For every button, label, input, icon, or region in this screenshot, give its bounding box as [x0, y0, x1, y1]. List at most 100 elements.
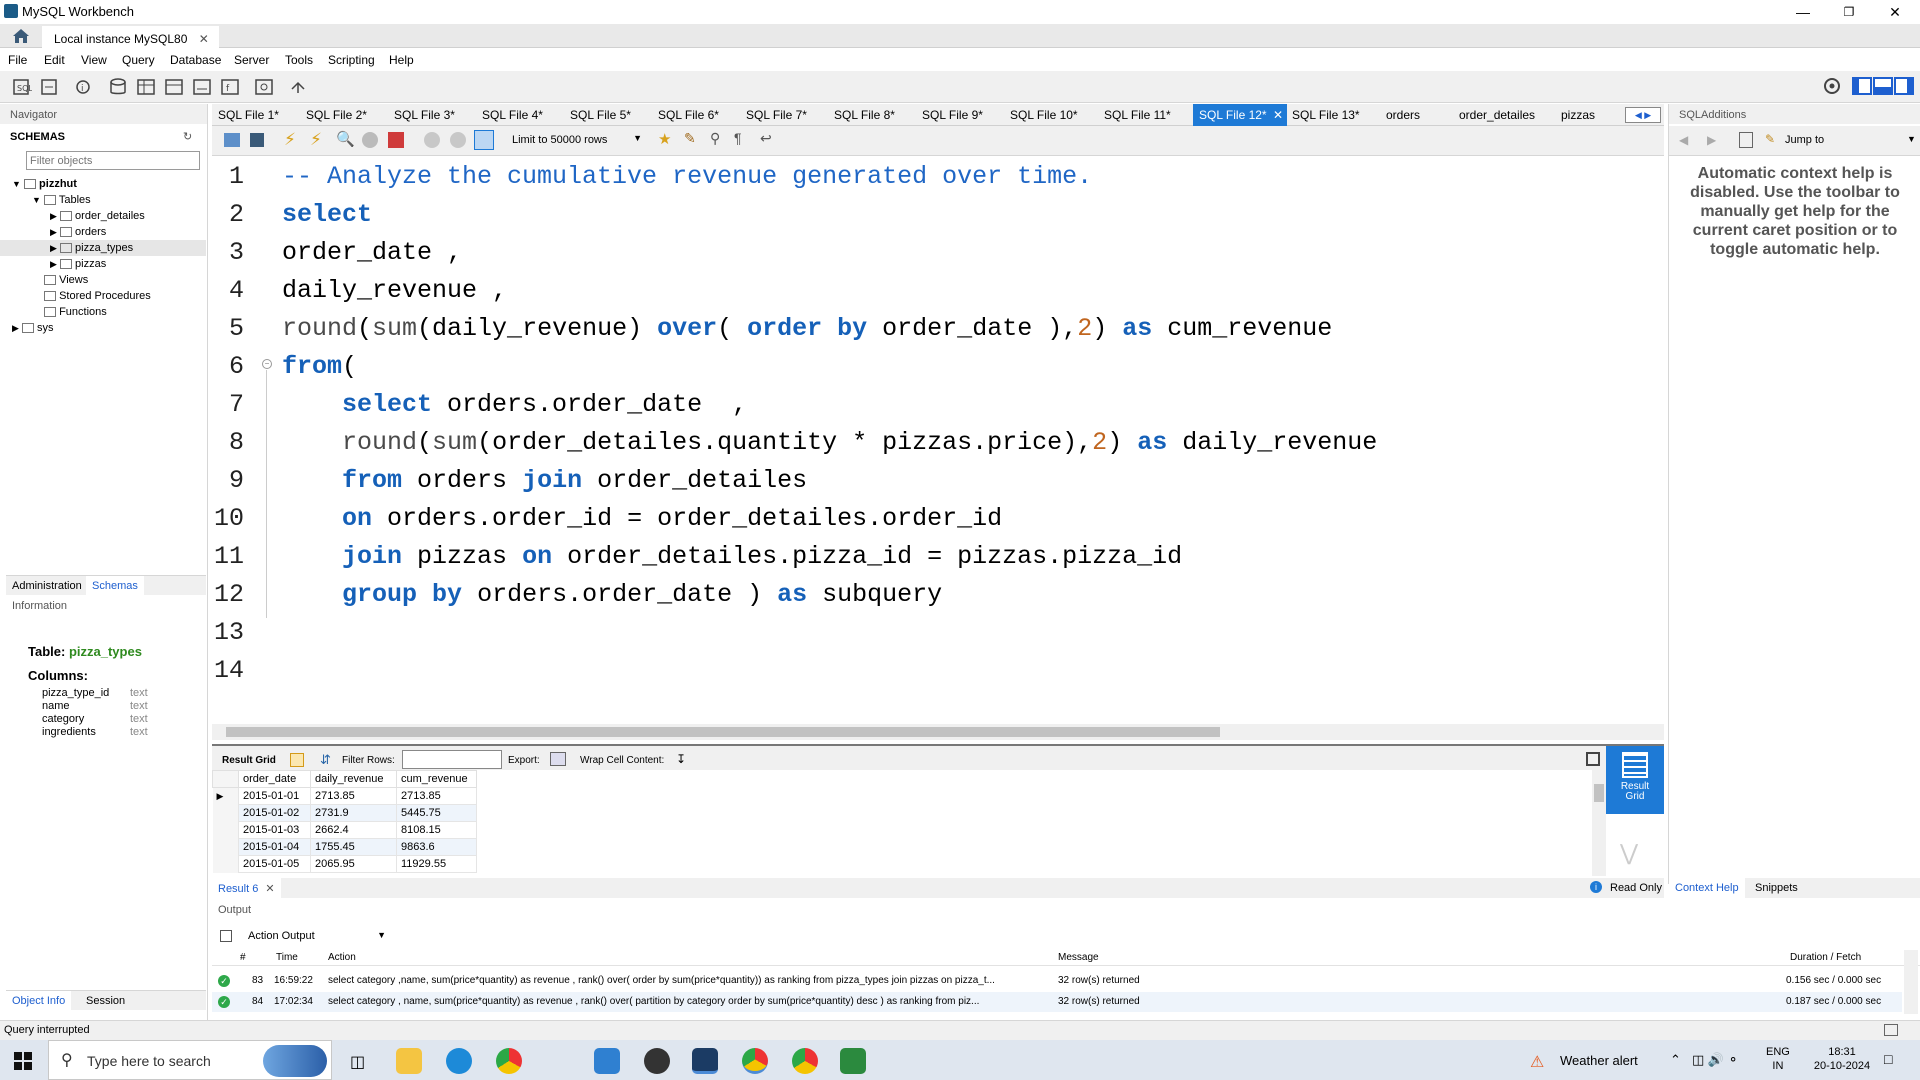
tab-sql-file-9[interactable]: SQL File 9* [922, 108, 983, 122]
explain-icon[interactable]: 🔍 [336, 130, 355, 148]
procedures-node[interactable]: Stored Procedures [44, 288, 151, 304]
tab-sql-file-10[interactable]: SQL File 10* [1010, 108, 1078, 122]
menu-query[interactable]: Query [122, 53, 155, 67]
result-grid-label[interactable]: Result Grid [222, 755, 276, 766]
weather-label[interactable]: Weather alert [1560, 1053, 1638, 1068]
edge-icon[interactable] [446, 1048, 472, 1074]
schema-sys[interactable]: ▶ sys [12, 320, 54, 336]
table-cell[interactable]: 2065.95 [310, 855, 397, 873]
excel-icon[interactable] [840, 1048, 866, 1074]
word-wrap-icon[interactable]: ↩ [760, 130, 772, 147]
menu-edit[interactable]: Edit [44, 53, 65, 67]
notifications-icon[interactable]: □ [1884, 1051, 1892, 1067]
grid-view-icon[interactable] [290, 753, 304, 767]
find-icon[interactable]: ⚲ [710, 130, 720, 147]
tab-sql-file-1[interactable]: SQL File 1* [218, 108, 279, 122]
open-sql-icon[interactable] [40, 77, 60, 97]
create-table-icon[interactable] [136, 77, 156, 97]
file-explorer-icon[interactable] [396, 1048, 422, 1074]
back-arrow-icon[interactable]: ◀ [1679, 133, 1688, 147]
toggle-continue-on-error-icon[interactable] [388, 132, 404, 148]
clock[interactable]: 18:31 20-10-2024 [1810, 1045, 1874, 1073]
tab-pizzas[interactable]: pizzas [1561, 108, 1595, 122]
chrome-profile-2-icon[interactable] [792, 1048, 818, 1074]
tab-sql-file-11[interactable]: SQL File 11* [1104, 108, 1171, 122]
layout-toggle-icons[interactable] [1852, 77, 1914, 95]
table-cell[interactable]: 11929.55 [396, 855, 477, 873]
chrome-icon[interactable] [496, 1048, 522, 1074]
tab-administration[interactable]: Administration [12, 580, 82, 592]
functions-node[interactable]: Functions [44, 304, 107, 320]
table-pizza-types[interactable]: ▶ pizza_types [0, 240, 206, 256]
mysql-workbench-icon[interactable] [692, 1048, 718, 1074]
close-tab-icon[interactable]: ✕ [265, 883, 274, 895]
menu-scripting[interactable]: Scripting [328, 53, 375, 67]
output-row[interactable]: ✓ 84 17:02:34 select category , name, su… [212, 992, 1902, 1012]
manual-help-icon[interactable] [1739, 132, 1753, 148]
restore-button[interactable]: ❐ [1826, 0, 1872, 24]
preferences-gear-icon[interactable] [1822, 76, 1842, 96]
tab-sql-file-8[interactable]: SQL File 8* [834, 108, 895, 122]
export-icon[interactable] [550, 752, 566, 766]
search-table-data-icon[interactable] [254, 77, 274, 97]
table-row[interactable]: 2015-01-05 2065.95 11929.55 [212, 855, 477, 873]
create-function-icon[interactable]: f [220, 77, 240, 97]
tab-sql-file-12-active[interactable]: SQL File 12* ✕ [1193, 104, 1287, 126]
menu-help[interactable]: Help [389, 53, 414, 67]
refresh-schemas-icon[interactable]: ↻ [183, 130, 192, 143]
github-desktop-icon[interactable] [644, 1048, 670, 1074]
close-button[interactable]: ✕ [1872, 0, 1918, 24]
result-grid[interactable]: order_date daily_revenue cum_revenue ▶ 20… [212, 770, 1606, 878]
result-grid-side-button[interactable]: Result Grid [1606, 746, 1664, 814]
tab-sql-file-7[interactable]: SQL File 7* [746, 108, 807, 122]
create-schema-icon[interactable] [108, 77, 128, 97]
execute-current-icon[interactable]: ⚡ [310, 130, 322, 150]
column-header[interactable]: daily_revenue [310, 770, 397, 788]
table-cell[interactable]: 2015-01-02 [238, 804, 311, 822]
menu-server[interactable]: Server [234, 53, 269, 67]
column-header[interactable]: order_date [238, 770, 311, 788]
rollback-icon[interactable] [450, 132, 466, 148]
scrollbar-thumb[interactable] [226, 727, 1220, 737]
save-icon[interactable] [250, 133, 264, 147]
table-cell[interactable]: 1755.45 [310, 838, 397, 856]
horizontal-scrollbar[interactable] [212, 724, 1664, 740]
limit-rows-select[interactable]: Limit to 50000 rows ▼ [508, 130, 646, 150]
table-cell[interactable]: 2713.85 [310, 787, 397, 805]
tray-chevron-up-icon[interactable]: ⌃ [1670, 1052, 1681, 1068]
tab-sql-file-13[interactable]: SQL File 13* [1292, 108, 1360, 122]
menu-tools[interactable]: Tools [285, 53, 313, 67]
table-order-detailes[interactable]: ▶ order_detailes [50, 208, 145, 224]
vertical-scrollbar[interactable] [1592, 770, 1606, 876]
scrollbar-thumb[interactable] [1594, 784, 1604, 802]
auto-help-icon[interactable]: ✎ [1765, 132, 1775, 146]
tray-status-icons[interactable]: ◫ 🔊 ⚬ [1692, 1052, 1739, 1068]
chevron-more-icon[interactable]: ⋁ [1620, 840, 1638, 866]
table-cell[interactable]: 2015-01-04 [238, 838, 311, 856]
tab-sql-file-6[interactable]: SQL File 6* [658, 108, 719, 122]
status-panel-icon[interactable] [1884, 1024, 1898, 1036]
output-scrollbar[interactable] [1904, 950, 1918, 1014]
schema-pizzhut[interactable]: ▼ pizzhut [12, 176, 77, 192]
column-header[interactable]: cum_revenue [396, 770, 477, 788]
tab-context-help[interactable]: Context Help [1669, 878, 1745, 898]
tab-session[interactable]: Session [86, 995, 125, 1007]
views-node[interactable]: Views [44, 272, 88, 288]
tab-sql-file-5[interactable]: SQL File 5* [570, 108, 631, 122]
chevron-down-icon[interactable]: ▼ [1907, 134, 1916, 144]
action-output-select[interactable]: Action Output ▼ [242, 926, 392, 946]
copy-icon[interactable] [220, 930, 232, 942]
table-orders[interactable]: ▶ orders [50, 224, 106, 240]
table-row[interactable]: ▶ 2015-01-01 2713.85 2713.85 [212, 787, 477, 805]
execute-icon[interactable]: ⚡ [284, 130, 296, 150]
beautify-icon[interactable]: ✎ [684, 130, 696, 147]
autocommit-icon[interactable] [474, 130, 494, 150]
new-sql-tab-icon[interactable]: SQL [12, 77, 32, 97]
result-tab[interactable]: Result 6 ✕ [212, 878, 281, 898]
close-tab-icon[interactable]: ✕ [1273, 108, 1283, 122]
taskbar-search-box[interactable]: ⚲ Type here to search [48, 1040, 332, 1080]
close-tab-icon[interactable]: ✕ [199, 32, 209, 46]
table-cell[interactable]: 2015-01-05 [238, 855, 311, 873]
tab-sql-file-2[interactable]: SQL File 2* [306, 108, 367, 122]
table-cell[interactable]: 9863.6 [396, 838, 477, 856]
